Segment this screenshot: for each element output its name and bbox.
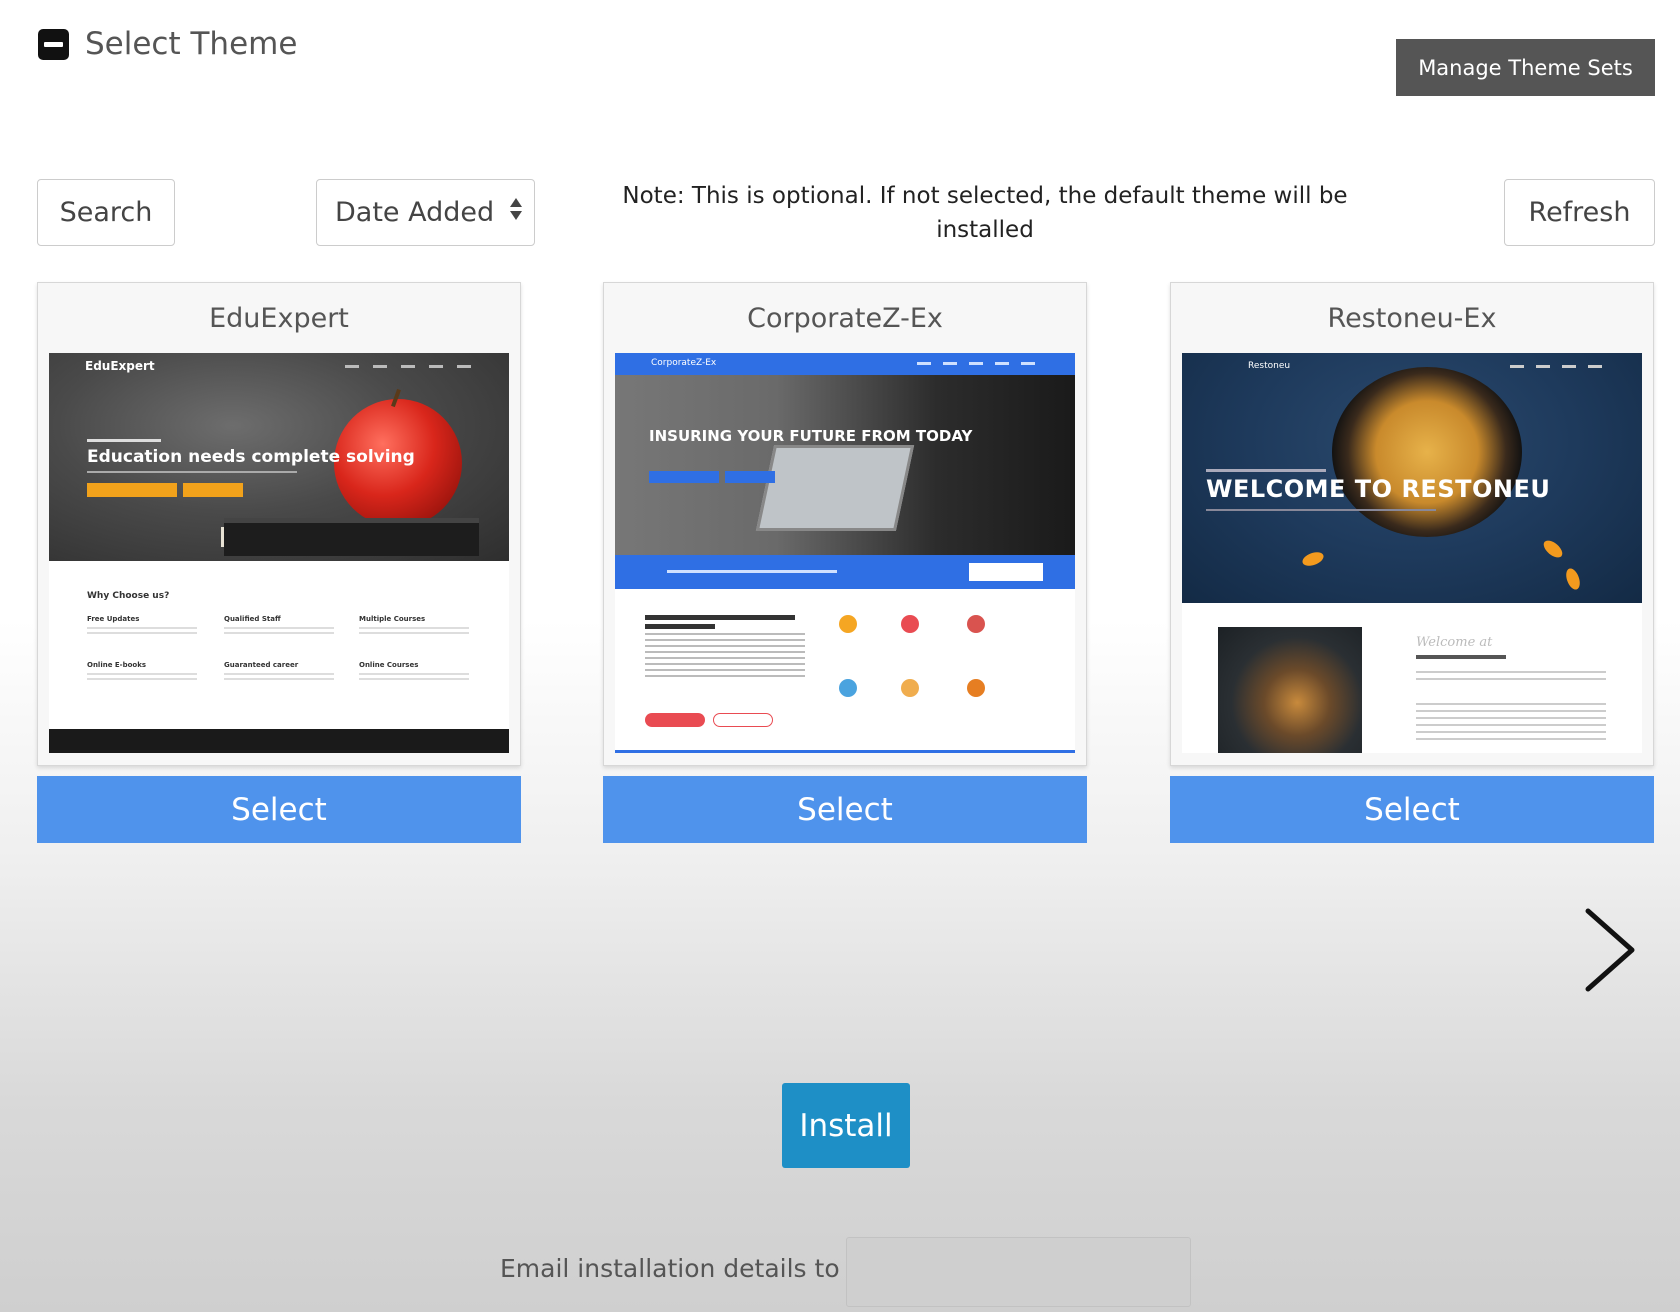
preview-text-block [1416, 671, 1606, 685]
section-header[interactable]: Select Theme [38, 26, 297, 62]
preview-feature: Guaranteed career [224, 661, 334, 683]
theme-card-corporatez-ex: CorporateZ-Ex CorporateZ-Ex INSURING YOU… [603, 282, 1087, 766]
optional-note: Note: This is optional. If not selected,… [622, 183, 1348, 243]
preview-feature: Online Courses [359, 661, 469, 683]
sort-arrows-icon [510, 198, 522, 220]
preview-pill [645, 713, 705, 727]
preview-logo: Restoneu [1248, 361, 1291, 371]
preview-cta [649, 471, 719, 483]
preview-subline [1206, 469, 1326, 472]
food-photo [1218, 627, 1362, 753]
preview-cta [725, 471, 775, 483]
preview-line [87, 471, 297, 473]
search-button[interactable]: Search [37, 179, 175, 246]
section-title: Select Theme [85, 26, 298, 62]
preview-nav [917, 362, 1035, 365]
preview-cta [87, 483, 177, 497]
preview-cta [183, 483, 243, 497]
laptop-image [755, 445, 915, 531]
select-button-restoneu-ex[interactable]: Select [1170, 776, 1654, 843]
preview-subheading-bar [1416, 655, 1506, 659]
preview-script-text: Welcome at [1416, 635, 1493, 650]
preview-subline [87, 439, 161, 442]
preview-logo: EduExpert [85, 359, 155, 373]
preview-text-block [645, 615, 805, 681]
theme-name: Restoneu-Ex [1327, 303, 1497, 334]
preview-bottom-line [615, 750, 1075, 753]
pan-image [1332, 367, 1522, 537]
preview-pill [713, 713, 773, 727]
preview-band-text [667, 570, 837, 573]
select-button-eduexpert[interactable]: Select [37, 776, 521, 843]
theme-name: EduExpert [209, 303, 349, 334]
sort-select[interactable]: Date Added [316, 179, 535, 246]
chevron-right-icon[interactable] [1580, 905, 1640, 995]
refresh-button[interactable]: Refresh [1504, 179, 1655, 246]
preview-service-icon [839, 679, 857, 697]
preview-footer [49, 729, 509, 753]
theme-preview-image: EduExpert Education needs complete solvi… [49, 353, 509, 753]
book-image [224, 518, 479, 556]
minus-square-icon[interactable] [38, 28, 69, 60]
preview-feature: Multiple Courses [359, 615, 469, 637]
preview-nav [345, 365, 471, 368]
preview-headline: Education needs complete solving [87, 447, 415, 467]
preview-headline: INSURING YOUR FUTURE FROM TODAY [649, 427, 973, 445]
preview-service-icon [901, 679, 919, 697]
preview-band-button [969, 563, 1043, 581]
preview-text-block [1416, 703, 1606, 745]
sort-select-value: Date Added [335, 197, 495, 228]
preview-feature: Free Updates [87, 615, 197, 637]
preview-feature: Qualified Staff [224, 615, 334, 637]
select-button-corporatez-ex[interactable]: Select [603, 776, 1087, 843]
preview-headline: WELCOME TO RESTONEU [1206, 475, 1551, 503]
email-label: Email installation details to : [500, 1254, 856, 1283]
preview-feature: Online E-books [87, 661, 197, 683]
preview-line [1206, 509, 1436, 511]
preview-nav [1510, 365, 1602, 368]
email-input[interactable] [846, 1237, 1191, 1307]
theme-preview-image: CorporateZ-Ex INSURING YOUR FUTURE FROM … [615, 353, 1075, 753]
theme-name: CorporateZ-Ex [747, 303, 943, 334]
preview-section-title: Why Choose us? [87, 591, 170, 601]
theme-preview-image: Restoneu WELCOME TO RESTONEU Welcome at [1182, 353, 1642, 753]
preview-service-icon [967, 679, 985, 697]
preview-logo: CorporateZ-Ex [651, 358, 717, 368]
preview-service-icon [839, 615, 857, 633]
preview-service-icon [901, 615, 919, 633]
install-button[interactable]: Install [782, 1083, 910, 1168]
theme-card-restoneu-ex: Restoneu-Ex Restoneu WELCOME TO RESTONEU… [1170, 282, 1654, 766]
preview-service-icon [967, 615, 985, 633]
manage-theme-sets-button[interactable]: Manage Theme Sets [1396, 39, 1655, 96]
theme-card-eduexpert: EduExpert EduExpert Education needs comp… [37, 282, 521, 766]
